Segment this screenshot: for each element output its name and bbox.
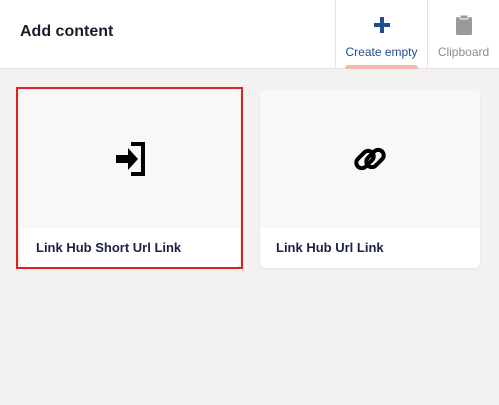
sign-in-icon bbox=[114, 141, 146, 177]
card-label: Link Hub Short Url Link bbox=[36, 240, 182, 255]
link-icon bbox=[352, 141, 388, 177]
card-preview bbox=[260, 90, 480, 228]
clipboard-icon bbox=[428, 14, 499, 36]
content-header: Add content Create empty Clipboard bbox=[0, 0, 499, 69]
plus-icon bbox=[336, 14, 427, 36]
tab-create-empty[interactable]: Create empty bbox=[335, 0, 427, 69]
card-label: Link Hub Url Link bbox=[276, 240, 384, 255]
content-card-link-hub-url-link[interactable]: Link Hub Url Link bbox=[260, 90, 480, 268]
tab-clipboard-label: Clipboard bbox=[437, 45, 490, 59]
content-card-link-hub-short-url-link[interactable]: Link Hub Short Url Link bbox=[20, 90, 240, 268]
card-preview bbox=[20, 90, 240, 228]
tab-clipboard[interactable]: Clipboard bbox=[427, 0, 499, 69]
tab-create-empty-label: Create empty bbox=[345, 45, 418, 59]
active-tab-indicator bbox=[345, 65, 418, 69]
page-title: Add content bbox=[20, 23, 114, 40]
